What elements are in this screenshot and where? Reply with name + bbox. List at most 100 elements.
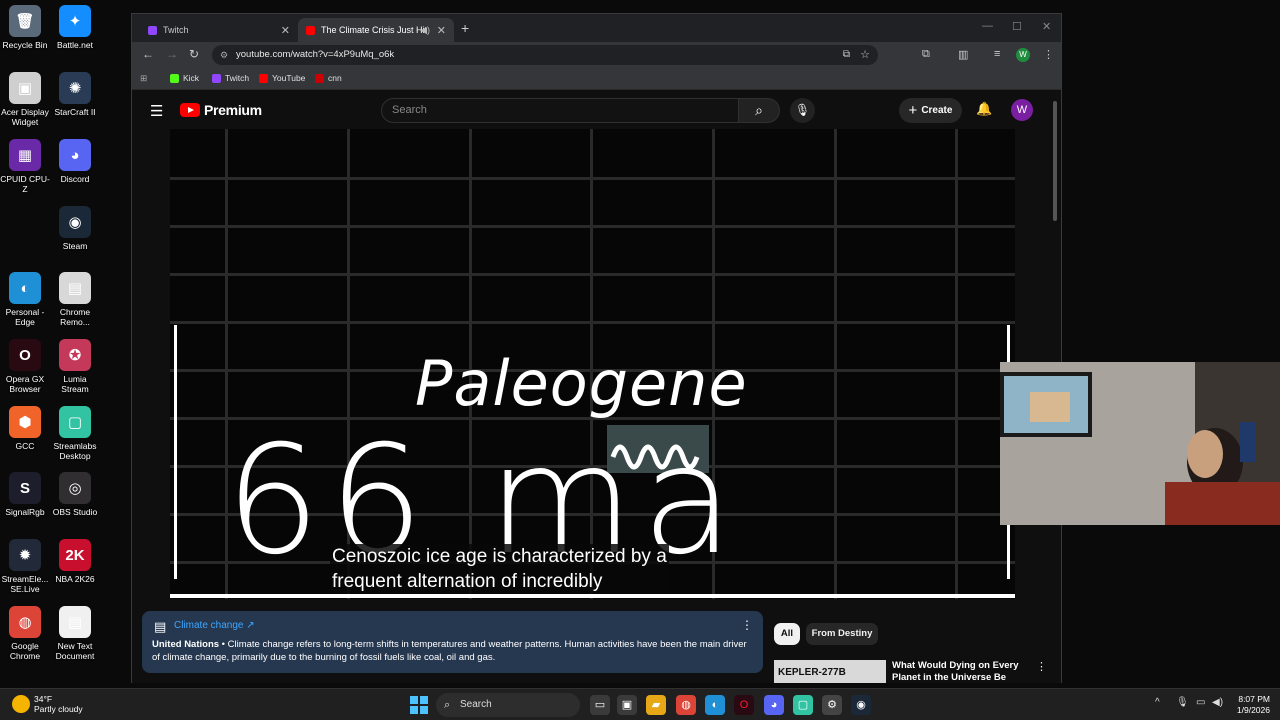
opera-gx-taskbar-icon[interactable]: O — [734, 695, 754, 715]
desktop-icon-label: Personal - Edge — [5, 307, 45, 327]
streamlabs-taskbar-icon[interactable]: ▢ — [793, 695, 813, 715]
maximize-icon[interactable]: ☐ — [1012, 20, 1022, 33]
tab-youtube[interactable]: The Climate Crisis Just Hit ◀) ✕ — [298, 18, 454, 42]
close-window-icon[interactable]: ✕ — [1042, 20, 1051, 33]
search-input[interactable]: Search — [381, 98, 739, 123]
kick-icon — [170, 73, 179, 83]
desktop-icon[interactable]: ✺ StarCraft II — [50, 72, 100, 117]
search-button[interactable]: ⌕ — [738, 98, 780, 123]
close-tab-icon[interactable]: ✕ — [281, 24, 290, 37]
bookmarks-bar: ⊞ Kick Twitch YouTube cnn — [132, 68, 1061, 90]
desktop-icon[interactable]: ▤ New Text Document — [50, 606, 100, 661]
account-avatar[interactable]: W — [1011, 99, 1033, 121]
tab-twitch[interactable]: Twitch ✕ — [140, 18, 298, 42]
side-panel-icon[interactable]: ▥ — [958, 48, 968, 61]
taskbar: 34°F Partly cloudy ⌕ Search ▭ ▣ ▰ ◍ ◐ O ◕ … — [0, 688, 1280, 720]
start-button[interactable] — [410, 696, 428, 714]
microphone-tray-icon[interactable]: 🎙 — [1176, 697, 1189, 708]
app-icon: S — [9, 472, 41, 504]
info-card-title-link[interactable]: Climate change ↗ — [174, 620, 255, 631]
desktop-icon[interactable]: ✹ StreamEle... SE.Live — [0, 539, 50, 594]
scrollbar-thumb[interactable] — [1053, 101, 1057, 221]
menu-kebab-icon[interactable]: ⋮ — [1043, 48, 1054, 61]
desktop-icon[interactable]: ◕ Discord — [50, 139, 100, 184]
bookmark-twitch[interactable]: Twitch — [212, 73, 249, 83]
desktop-icon[interactable]: ◐ Personal - Edge — [0, 272, 50, 327]
desktop-icon[interactable]: ✪ Lumia Stream — [50, 339, 100, 394]
more-options-icon[interactable]: ⋮ — [741, 618, 753, 632]
edge-taskbar-icon[interactable]: ◐ — [705, 695, 725, 715]
desktop-icon[interactable]: ◍ Google Chrome — [0, 606, 50, 661]
bookmark-kick[interactable]: Kick — [170, 73, 199, 83]
app-icon: ▢ — [59, 406, 91, 438]
guide-menu-icon[interactable]: ☰ — [150, 102, 163, 120]
chrome-window: Twitch ✕ The Climate Crisis Just Hit ◀) … — [131, 13, 1062, 683]
desktop-icon[interactable]: ◉ Steam — [50, 206, 100, 251]
taskbar-search[interactable]: ⌕ Search — [436, 693, 580, 717]
tab-strip: Twitch ✕ The Climate Crisis Just Hit ◀) … — [132, 14, 1061, 42]
address-bar[interactable]: ⚙ youtube.com/watch?v=4xP9uMq_o6k ⧉ ☆ — [212, 45, 878, 65]
desktop-icon[interactable]: ✦ Battle.net — [50, 5, 100, 50]
more-options-icon[interactable]: ⋮ — [1036, 660, 1047, 673]
app-icon: ◍ — [9, 606, 41, 638]
desktop: 🗑 Recycle Bin ✦ Battle.net ▣ Acer Display Wid… — [0, 0, 1280, 688]
discord-taskbar-icon[interactable]: ◕ — [764, 695, 784, 715]
video-player[interactable]: Paleogene 66 ma Cenoszoic ice age is cha… — [170, 129, 1015, 599]
desktop-icon-label: NBA 2K26 — [55, 574, 95, 584]
network-icon[interactable]: ▭ — [1196, 697, 1205, 708]
desktop-icon[interactable]: ◎ OBS Studio — [50, 472, 100, 517]
system-clock[interactable]: 8:07 PM 1/9/2026 — [1228, 694, 1270, 716]
tab-search-icon[interactable]: ≡ — [994, 48, 1000, 60]
chip-all[interactable]: All — [774, 623, 800, 645]
youtube-favicon-icon — [306, 25, 315, 35]
volume-icon[interactable]: ◀) — [1212, 697, 1223, 708]
forward-icon[interactable]: → — [166, 47, 178, 61]
voice-search-button[interactable]: 🎙 — [790, 98, 815, 123]
desktop-icon[interactable]: ▢ Streamlabs Desktop — [50, 406, 100, 461]
file-explorer-icon[interactable]: ▰ — [646, 695, 666, 715]
recommended-title[interactable]: What Would Dying on Every Planet in the … — [892, 660, 1032, 683]
app-icon: 2K — [59, 539, 91, 571]
twitch-favicon-icon — [148, 25, 157, 35]
app-icon: ✪ — [59, 339, 91, 371]
site-info-icon[interactable]: ⚙ — [220, 45, 228, 65]
desktop-icon[interactable]: ▤ Chrome Remo... — [50, 272, 100, 327]
speaker-icon[interactable]: ◀) — [420, 25, 430, 36]
reload-icon[interactable]: ↻ — [189, 47, 199, 61]
task-view-icon[interactable]: ▭ — [590, 695, 610, 715]
chip-from-destiny[interactable]: From Destiny — [806, 623, 878, 645]
desktop-icon[interactable]: ⬢ GCC — [0, 406, 50, 451]
create-button[interactable]: + Create — [899, 98, 962, 123]
recommended-video[interactable]: KEPLER-277B What Would Dying on Every Pl… — [774, 658, 1064, 683]
settings-taskbar-icon[interactable]: ⚙ — [822, 695, 842, 715]
bookmark-cnn[interactable]: cnn — [315, 73, 342, 83]
extensions-icon[interactable]: ⧉ — [922, 48, 930, 61]
weather-widget[interactable]: 34°F Partly cloudy — [12, 694, 83, 714]
recommended-thumbnail[interactable]: KEPLER-277B — [774, 660, 886, 683]
close-tab-icon[interactable]: ✕ — [437, 24, 446, 37]
notifications-bell-icon[interactable]: 🔔 — [976, 101, 992, 117]
desktop-icon[interactable]: ▣ Acer Display Widget — [0, 72, 50, 127]
desktop-icon[interactable]: O Opera GX Browser — [0, 339, 50, 394]
desktop-icon[interactable]: 2K NBA 2K26 — [50, 539, 100, 584]
bookmark-star-icon[interactable]: ☆ — [860, 45, 870, 65]
desktop-icon[interactable]: S SignalRgb — [0, 472, 50, 517]
profile-avatar[interactable]: W — [1016, 48, 1030, 62]
new-tab-button[interactable]: + — [461, 20, 469, 36]
video-frame-left — [174, 325, 177, 579]
info-panel-card[interactable]: ▤ Climate change ↗ ⋮ United Nations • Cl… — [142, 611, 763, 673]
bookmark-youtube[interactable]: YouTube — [259, 73, 305, 83]
minimize-icon[interactable]: — — [982, 20, 993, 32]
desktop-icon-label: Discord — [60, 174, 90, 184]
desktop-icon[interactable]: ▦ CPUID CPU-Z — [0, 139, 50, 194]
desktop-icon[interactable]: 🗑 Recycle Bin — [0, 5, 50, 50]
steam-taskbar-icon[interactable]: ◉ — [851, 695, 871, 715]
back-icon[interactable]: ← — [142, 47, 154, 61]
apps-grid-icon[interactable]: ⊞ — [140, 73, 147, 84]
install-app-icon[interactable]: ⧉ — [843, 45, 850, 65]
terminal-icon[interactable]: ▣ — [617, 695, 637, 715]
youtube-logo[interactable]: Premium — [180, 102, 262, 118]
article-icon: ▤ — [154, 619, 167, 634]
chrome-taskbar-icon[interactable]: ◍ — [676, 695, 696, 715]
show-hidden-icons-icon[interactable]: ^ — [1155, 697, 1160, 708]
